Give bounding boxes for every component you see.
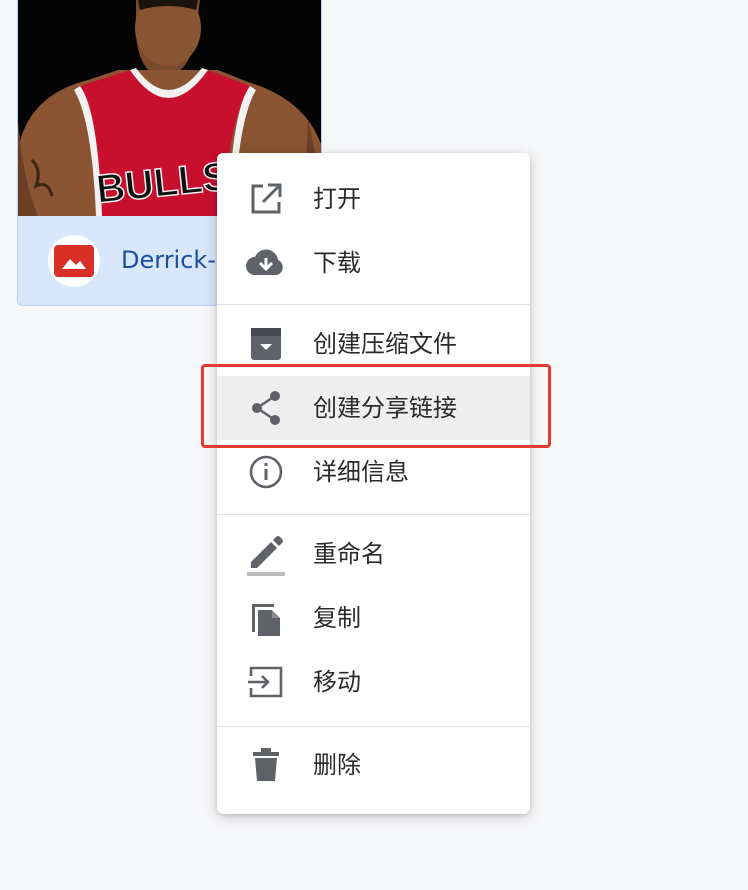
file-name: Derrick-R xyxy=(121,246,233,274)
menu-item-create-archive[interactable]: 创建压缩文件 xyxy=(217,312,530,376)
info-icon xyxy=(245,452,287,492)
menu-item-details[interactable]: 详细信息 xyxy=(217,440,530,504)
menu-label-move: 移动 xyxy=(313,668,361,696)
image-icon xyxy=(48,235,100,287)
menu-divider xyxy=(217,304,530,305)
cloud-download-icon xyxy=(245,243,287,283)
move-icon xyxy=(245,662,287,702)
menu-label-copy: 复制 xyxy=(313,604,361,632)
menu-label-rename: 重命名 xyxy=(313,540,385,568)
menu-label-delete: 删除 xyxy=(313,751,361,779)
menu-divider xyxy=(217,514,530,515)
menu-item-open[interactable]: 打开 xyxy=(217,167,530,231)
menu-item-rename[interactable]: 重命名 xyxy=(217,522,530,586)
context-menu: 打开 下载 创建压缩文件 创建分享链接 详细信息 重命名 复制 移动 删除 xyxy=(217,153,530,814)
pencil-icon xyxy=(245,534,287,576)
menu-divider xyxy=(217,726,530,727)
archive-icon xyxy=(245,324,287,364)
menu-item-move[interactable]: 移动 xyxy=(217,650,530,714)
trash-icon xyxy=(245,745,287,785)
menu-label-create-archive: 创建压缩文件 xyxy=(313,330,457,358)
open-in-new-icon xyxy=(245,179,287,219)
menu-item-create-share-link[interactable]: 创建分享链接 xyxy=(217,376,530,440)
menu-label-details: 详细信息 xyxy=(313,458,409,486)
menu-item-download[interactable]: 下载 xyxy=(217,231,530,295)
copy-icon xyxy=(245,598,287,638)
menu-item-copy[interactable]: 复制 xyxy=(217,586,530,650)
menu-label-create-share-link: 创建分享链接 xyxy=(313,394,457,422)
menu-label-open: 打开 xyxy=(313,185,361,213)
share-icon xyxy=(245,388,287,428)
menu-label-download: 下载 xyxy=(313,249,361,277)
menu-item-delete[interactable]: 删除 xyxy=(217,733,530,797)
